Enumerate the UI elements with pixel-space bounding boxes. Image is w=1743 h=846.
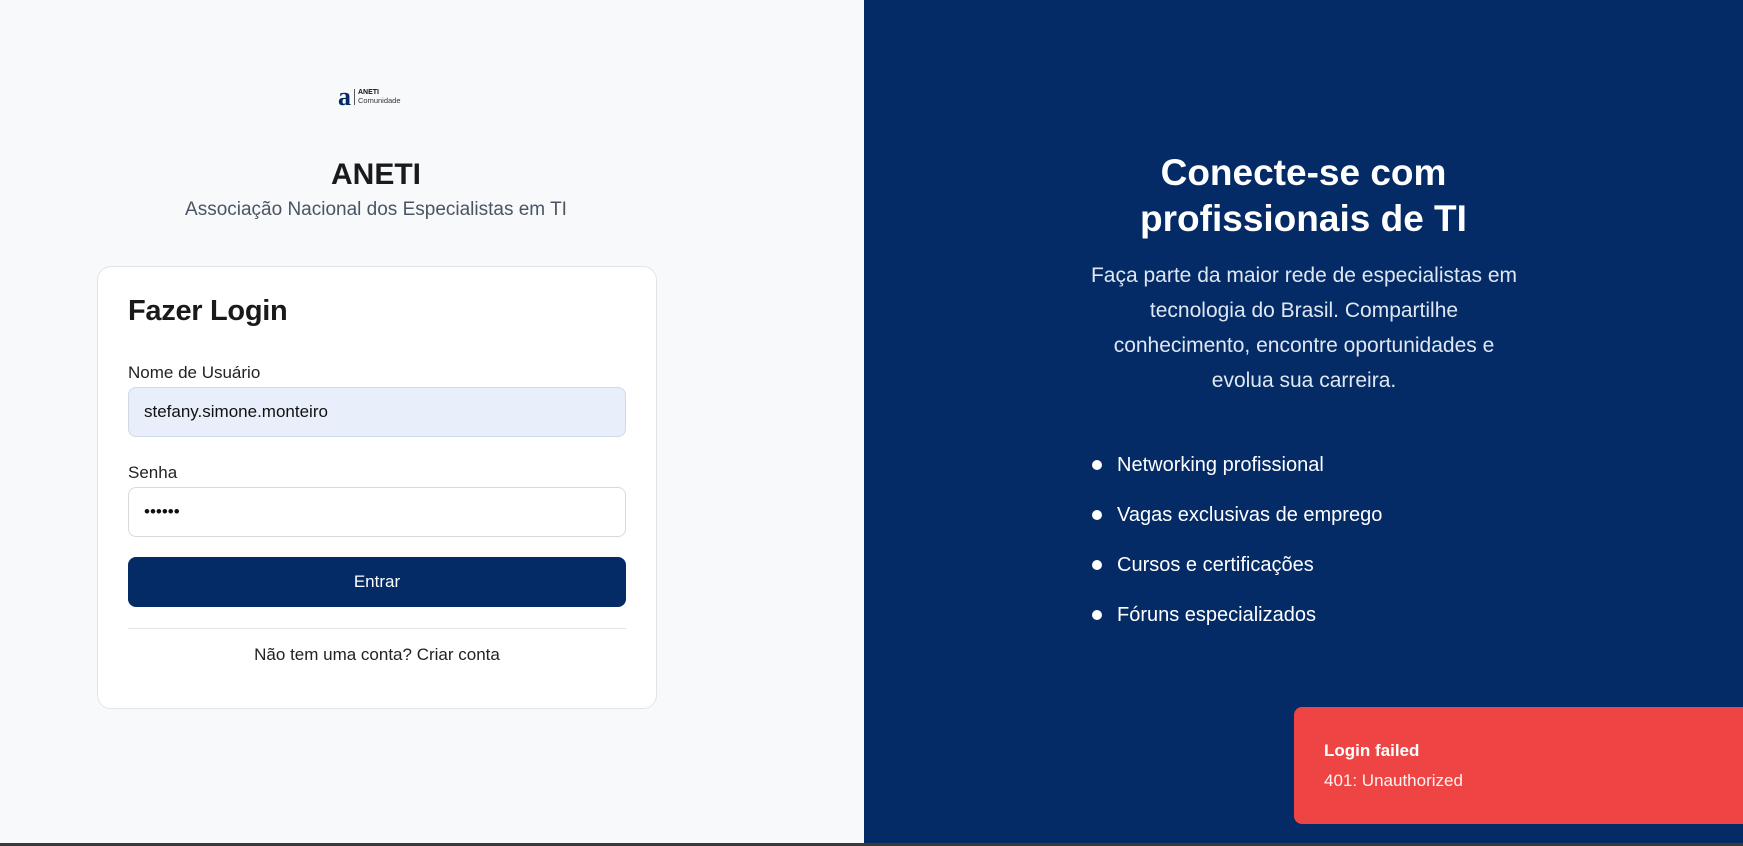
username-input[interactable] [128,387,626,437]
password-label: Senha [128,463,178,482]
login-button[interactable]: Entrar [128,557,626,607]
hero-description: Faça parte da maior rede de especialista… [1090,264,1518,392]
toast-title: Login failed [1324,741,1420,760]
feature-label: Cursos e certificações [1117,553,1314,576]
signup-line: Não tem uma conta? Criar conta [98,645,656,665]
feature-list: Networking profissional Vagas exclusivas… [1092,440,1382,640]
feature-item: Vagas exclusivas de emprego [1092,490,1382,540]
feature-label: Fóruns especializados [1117,603,1316,626]
bullet-icon [1092,560,1102,570]
brand-subtitle: Associação Nacional dos Especialistas em… [185,199,567,220]
bullet-icon [1092,510,1102,520]
logo-text: ANETI Comunidade [358,89,401,105]
login-title: Fazer Login [128,295,288,327]
signup-link[interactable]: Criar conta [417,645,500,664]
login-panel: a ANETI Comunidade ANETI Associação Naci… [0,0,864,843]
feature-item: Cursos e certificações [1092,540,1382,590]
logo-divider [354,89,355,105]
error-toast[interactable]: Login failed 401: Unauthorized [1294,707,1743,824]
logo-mark: a [338,82,351,111]
hero-title-line1: Conecte-se com [1160,152,1447,193]
signup-prompt: Não tem uma conta? [254,645,412,664]
hero-title: Conecte-se com profissionais de TI [864,150,1743,242]
logo-line2: Comunidade [358,96,401,105]
feature-item: Fóruns especializados [1092,590,1382,640]
hero-title-line2: profissionais de TI [1140,198,1467,239]
password-input[interactable] [128,487,626,537]
login-form: Fazer Login Nome de Usuário Senha Entrar… [97,266,657,709]
feature-label: Networking profissional [1117,453,1324,476]
feature-label: Vagas exclusivas de emprego [1117,503,1383,526]
divider [128,628,626,629]
aneti-logo: a ANETI Comunidade [338,82,418,111]
bullet-icon [1092,610,1102,620]
username-label: Nome de Usuário [128,363,261,382]
toast-message: 401: Unauthorized [1324,771,1463,790]
feature-item: Networking profissional [1092,440,1382,490]
brand-title: ANETI [331,158,421,191]
bullet-icon [1092,460,1102,470]
